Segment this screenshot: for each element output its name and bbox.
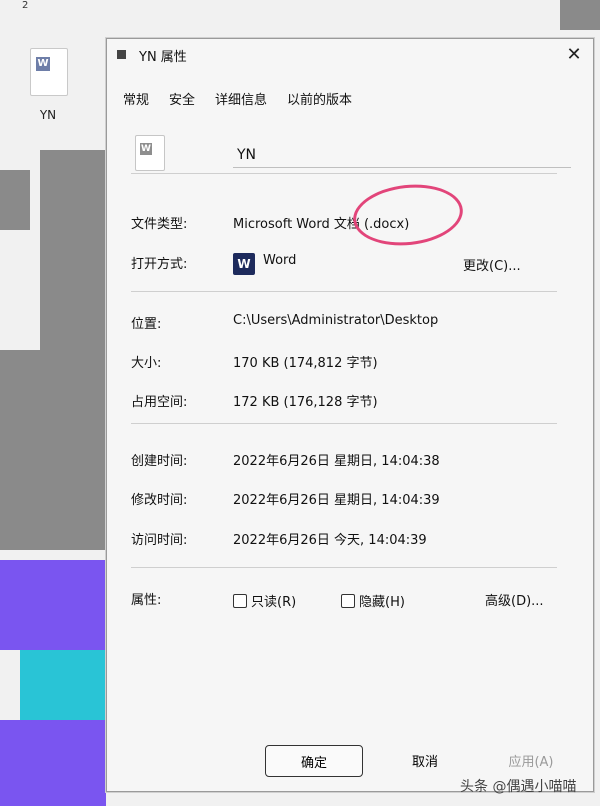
readonly-label: 只读(R) [251,595,297,610]
divider [131,423,557,424]
divider [131,567,557,568]
checkbox-box[interactable] [233,593,247,608]
hidden-checkbox[interactable]: 隐藏(H) [341,591,405,610]
tab-details[interactable]: 详细信息 [215,89,267,109]
cropped-text: 2 [22,0,29,11]
wallpaper-fragment [20,650,106,720]
divider [131,291,557,292]
wallpaper-fragment [560,0,600,30]
location-label: 位置: [131,317,162,332]
desktop-icon-label: YN [39,108,57,122]
size-label: 大小: [131,356,162,371]
change-button[interactable]: 更改(C)... [463,255,521,274]
tab-previous-versions[interactable]: 以前的版本 [287,89,352,109]
wallpaper-fragment [0,170,30,230]
tab-security[interactable]: 安全 [169,89,195,109]
opens-with-label: 打开方式: [131,257,188,272]
properties-dialog: YN 属性 ✕ 常规 安全 详细信息 以前的版本 W 文件类型: Microso… [106,38,594,792]
hidden-label: 隐藏(H) [359,595,405,610]
word-document-icon: W [30,48,68,96]
size-value: 170 KB (174,812 字节) [233,356,378,371]
window-title: YN 属性 [139,50,187,65]
size-on-disk-label: 占用空间: [131,395,188,410]
ok-button[interactable]: 确定 [265,745,363,777]
size-on-disk-value: 172 KB (176,128 字节) [233,395,378,410]
attributes-label: 属性: [131,593,162,608]
created-label: 创建时间: [131,454,188,469]
close-button[interactable]: ✕ [561,43,587,67]
window-icon [117,50,126,59]
modified-value: 2022年6月26日 星期日, 14:04:39 [233,493,440,508]
close-icon: ✕ [566,44,582,65]
readonly-checkbox[interactable]: 只读(R) [233,591,296,610]
modified-label: 修改时间: [131,493,188,508]
wallpaper-fragment [0,560,106,650]
advanced-button[interactable]: 高级(D)... [485,590,544,609]
titlebar[interactable]: YN 属性 ✕ [107,39,593,71]
accessed-value: 2022年6月26日 今天, 14:04:39 [233,533,427,548]
tab-bar: 常规 安全 详细信息 以前的版本 [123,89,372,109]
apply-button[interactable]: 应用(A) [501,745,561,775]
divider [131,173,557,174]
checkbox-box[interactable] [341,593,355,608]
annotation-circle [350,179,466,251]
cancel-button[interactable]: 取消 [397,745,453,775]
wallpaper-fragment [0,350,106,550]
watermark: 头条 @偶遇小喵喵 [460,779,577,795]
created-value: 2022年6月26日 星期日, 14:04:38 [233,454,440,469]
wallpaper-fragment [0,720,106,806]
desktop-file-icon[interactable]: W YN [22,48,74,128]
word-app-icon: W [233,253,255,275]
file-type-label: 文件类型: [131,217,188,232]
file-name-input[interactable] [233,143,571,168]
accessed-label: 访问时间: [131,533,188,548]
location-value: C:\Users\Administrator\Desktop [233,313,439,328]
opens-with-app: Word [263,253,297,268]
word-document-icon: W [135,135,165,171]
tab-general[interactable]: 常规 [123,89,149,109]
desktop: 2 W YN YN 属性 ✕ 常规 安全 详细信息 以前的版本 W 文件类型: … [0,0,600,806]
wallpaper-fragment [40,150,106,350]
